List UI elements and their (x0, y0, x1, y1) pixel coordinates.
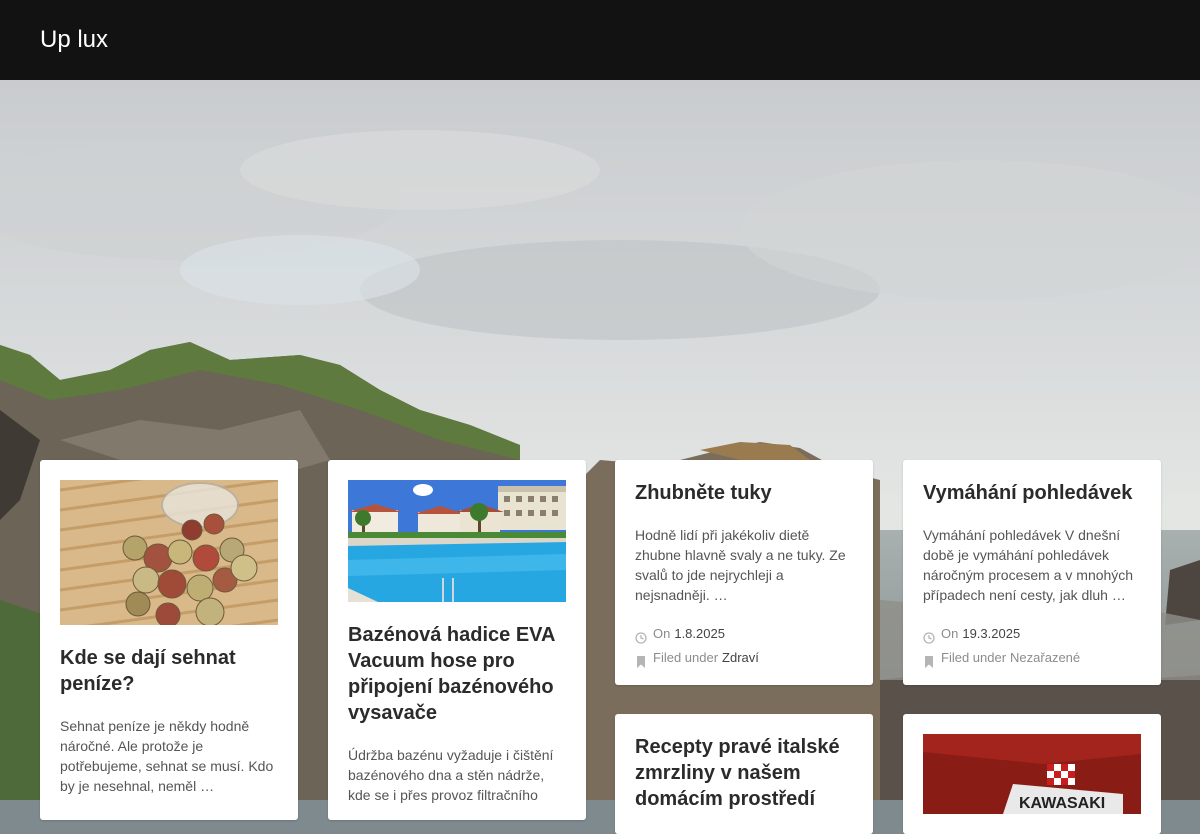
post-excerpt: Údržba bazénu vyžaduje i čištění bazénov… (348, 747, 554, 803)
date-prefix: On (653, 626, 671, 641)
site-header: Up lux (0, 0, 1200, 80)
bookmark-icon (923, 652, 935, 668)
clock-icon (923, 628, 935, 644)
post-card[interactable]: Bazénová hadice EVA Vacuum hose pro přip… (328, 460, 586, 820)
post-title[interactable]: Bazénová hadice EVA Vacuum hose pro přip… (348, 622, 566, 726)
post-title[interactable]: Kde se dají sehnat peníze? (60, 645, 278, 697)
post-excerpt: Hodně lidí při jakékoliv dietě zhubne hl… (635, 527, 846, 603)
post-card[interactable]: Zhubněte tuky Hodně lidí při jakékoliv d… (615, 460, 873, 685)
post-meta: On 19.3.2025 Filed under Nezařazené (923, 622, 1141, 670)
bookmark-icon (635, 652, 647, 668)
post-card[interactable]: Kde se dají sehnat peníze? Sehnat peníze… (40, 460, 298, 820)
post-thumbnail-kawasaki[interactable]: KAWASAKI (923, 734, 1141, 814)
category-prefix: Filed under (653, 650, 719, 665)
post-date: 19.3.2025 (962, 626, 1021, 641)
category-link[interactable]: Nezařazené (1010, 646, 1080, 670)
post-thumbnail-pool[interactable] (348, 480, 566, 602)
site-title-link[interactable]: Up lux (40, 26, 108, 54)
post-meta: On 1.8.2025 Filed under Zdraví (635, 622, 853, 670)
clock-icon (635, 628, 647, 644)
post-excerpt: Vymáhání pohledávek V dnešní době je vym… (923, 527, 1134, 603)
kawasaki-logo-text: KAWASAKI (1019, 795, 1105, 812)
post-date: 1.8.2025 (674, 626, 725, 641)
post-title[interactable]: Recepty pravé italské zmrzliny v našem d… (635, 734, 853, 812)
post-card[interactable]: Vymáhání pohledávek Vymáhání pohledávek … (903, 460, 1161, 685)
post-thumbnail-coins[interactable] (60, 480, 278, 625)
category-prefix: Filed under (941, 650, 1007, 665)
post-card[interactable]: KAWASAKI (903, 714, 1161, 834)
date-prefix: On (941, 626, 959, 641)
post-title[interactable]: Vymáhání pohledávek (923, 480, 1141, 506)
post-card[interactable]: Recepty pravé italské zmrzliny v našem d… (615, 714, 873, 834)
post-excerpt: Sehnat peníze je někdy hodně náročné. Al… (60, 718, 274, 794)
category-link[interactable]: Zdraví (722, 646, 759, 670)
post-title[interactable]: Zhubněte tuky (635, 480, 853, 506)
